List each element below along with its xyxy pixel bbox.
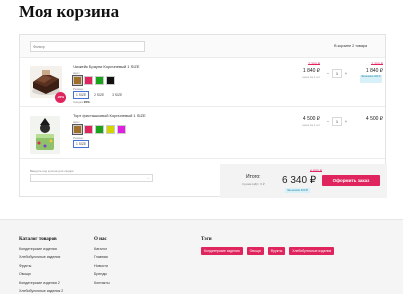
- line-total: 4 500 ₽: [365, 116, 383, 122]
- increase-qty-button[interactable]: +: [342, 119, 350, 124]
- items-count: В корзине 2 товара: [334, 44, 367, 48]
- total-savings-badge: Экономия 460 ₽: [285, 188, 310, 193]
- quantity-input[interactable]: 1: [332, 68, 342, 78]
- color-swatch[interactable]: [106, 76, 115, 85]
- increase-qty-button[interactable]: +: [342, 71, 350, 76]
- footer-about: О нас Каталог Главная Новости Бренды Кон…: [94, 237, 110, 289]
- unit-price-note: цена за 1 шт: [302, 75, 320, 79]
- footer-link[interactable]: Фрукты: [19, 264, 63, 268]
- total-label: Итого:: [246, 174, 261, 180]
- size-option[interactable]: 2 SIZE: [91, 91, 107, 99]
- product-name-link[interactable]: Торт фисташковый Коричневый 1 SIZE: [73, 113, 146, 118]
- cart-item: -20% Чизкейк Брауни Коричневый 1 SIZE Цв…: [20, 59, 385, 107]
- cart-panel: В корзине 2 товара -20% Чизкейк Брауни К…: [19, 34, 387, 198]
- coupon-label: Введите код купона для скидки: [30, 169, 74, 173]
- quantity-stepper: − 1 +: [324, 68, 350, 78]
- footer-tags-title: Тэги: [201, 237, 212, 242]
- apply-coupon-arrow-icon[interactable]: →: [146, 175, 150, 180]
- tag-list: Кондитерские изделия Овощи Фрукты Хлебоб…: [201, 247, 335, 255]
- footer-catalog: Каталог товаров Кондитерские изделия Хле…: [19, 237, 63, 294]
- size-options: 1 SIZE 2 SIZE 3 SIZE: [73, 91, 125, 99]
- decrease-qty-button[interactable]: −: [324, 119, 332, 124]
- decrease-qty-button[interactable]: −: [324, 71, 332, 76]
- footer-link[interactable]: Главная: [94, 255, 110, 259]
- color-swatches: [72, 75, 115, 86]
- discount-info: Скидка 20%: [73, 100, 90, 104]
- color-label: Цвет: [73, 120, 80, 124]
- total-sum: 6 340 ₽: [282, 175, 317, 186]
- line-total: 1 840 ₽: [365, 68, 383, 74]
- cart-toolbar: В корзине 2 товара: [20, 35, 385, 58]
- quantity-stepper: − 1 +: [324, 116, 350, 126]
- tag-chip[interactable]: Хлебобулочные изделия: [289, 247, 335, 255]
- color-swatch[interactable]: [84, 76, 93, 85]
- size-option[interactable]: 1 SIZE: [73, 91, 90, 99]
- footer-catalog-title: Каталог товаров: [19, 237, 57, 242]
- tag-chip[interactable]: Фрукты: [267, 247, 286, 255]
- color-swatch[interactable]: [84, 125, 93, 134]
- discount-label: Скидка: [73, 100, 83, 104]
- old-unit-price: 2 300 ₽: [308, 62, 320, 66]
- footer-link[interactable]: Новости: [94, 264, 110, 268]
- filter-input[interactable]: [30, 41, 145, 52]
- color-swatch[interactable]: [117, 125, 126, 134]
- color-swatches: [72, 124, 126, 135]
- savings-badge: Экономия 460 ₽: [360, 75, 382, 83]
- color-swatch[interactable]: [95, 125, 104, 134]
- unit-price: 4 500 ₽: [302, 116, 320, 122]
- product-name-link[interactable]: Чизкейк Брауни Коричневый 1 SIZE: [73, 64, 140, 69]
- color-label: Цвет: [73, 71, 80, 75]
- footer-link[interactable]: Кондитерские изделия 2: [19, 281, 63, 285]
- checkout-button[interactable]: Оформить заказ: [322, 175, 380, 186]
- sale-badge: -20%: [55, 92, 66, 103]
- page-title: Моя корзина: [19, 2, 120, 21]
- quantity-input[interactable]: 1: [332, 116, 342, 126]
- footer-link[interactable]: Овощи: [19, 272, 63, 276]
- pistachio-cake-image[interactable]: [30, 116, 60, 154]
- total-vat: Сумма НДС: 0 ₽: [242, 182, 265, 186]
- footer-about-title: О нас: [94, 237, 107, 242]
- unit-price-note: цена за 1 шт: [302, 123, 320, 127]
- cart-item: Торт фисташковый Коричневый 1 SIZE Цвет …: [20, 108, 385, 159]
- site-footer: Каталог товаров Кондитерские изделия Хле…: [0, 219, 403, 294]
- tag-chip[interactable]: Овощи: [246, 247, 264, 255]
- size-options: 1 SIZE: [73, 140, 90, 148]
- footer-link[interactable]: Хлебобулочные изделия 2: [19, 289, 63, 293]
- old-line-total: 2 300 ₽: [371, 62, 383, 66]
- footer-link[interactable]: Каталог: [94, 247, 110, 251]
- order-total-panel: Итого: Сумма НДС: 0 ₽ 6 800 ₽ 6 340 ₽ Эк…: [220, 164, 387, 198]
- discount-value: 20%: [83, 100, 90, 104]
- size-option[interactable]: 1 SIZE: [73, 140, 90, 148]
- footer-tags: Тэги Кондитерские изделия Овощи Фрукты Х…: [201, 237, 335, 255]
- size-option[interactable]: 3 SIZE: [109, 91, 125, 99]
- color-swatch[interactable]: [106, 125, 115, 134]
- tag-chip[interactable]: Кондитерские изделия: [201, 247, 243, 255]
- footer-link[interactable]: Кондитерские изделия: [19, 247, 63, 251]
- footer-link[interactable]: Бренды: [94, 272, 110, 276]
- coupon-input[interactable]: [30, 174, 153, 182]
- unit-price: 1 840 ₽: [302, 68, 320, 74]
- color-swatch[interactable]: [72, 75, 83, 86]
- color-swatch[interactable]: [72, 124, 83, 135]
- footer-link[interactable]: Хлебобулочные изделия: [19, 255, 63, 259]
- old-total: 6 800 ₽: [310, 169, 322, 173]
- color-swatch[interactable]: [95, 76, 104, 85]
- footer-link[interactable]: Контакты: [94, 281, 110, 285]
